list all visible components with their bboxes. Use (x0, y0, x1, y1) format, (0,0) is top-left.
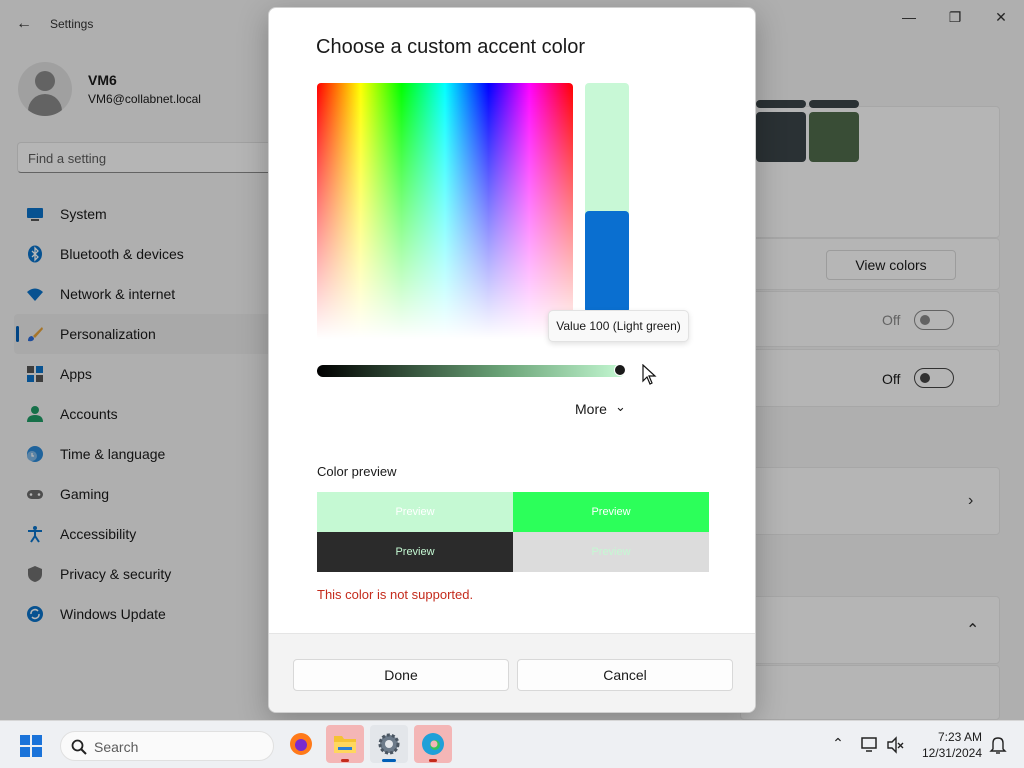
clock-date: 12/31/2024 (921, 746, 982, 760)
gear-icon (378, 733, 400, 755)
clock-time: 7:23 AM (937, 730, 982, 744)
active-indicator (382, 759, 396, 762)
dialog-title: Choose a custom accent color (316, 36, 586, 58)
mouse-cursor-icon (642, 364, 657, 385)
network-icon[interactable] (860, 735, 880, 755)
edge-app[interactable] (414, 725, 452, 763)
color-spectrum[interactable] (317, 83, 573, 339)
file-explorer-app[interactable] (326, 725, 364, 763)
taskbar-search[interactable]: Search (60, 731, 274, 761)
current-accent-swatch (585, 211, 629, 313)
folder-icon (334, 736, 356, 753)
preview-cell: Preview (317, 492, 513, 532)
running-indicator (429, 759, 437, 762)
value-slider[interactable] (317, 365, 625, 377)
volume-muted-icon[interactable] (886, 735, 906, 755)
preview-cell: Preview (513, 532, 709, 572)
settings-app[interactable] (370, 725, 408, 763)
value-tooltip: Value 100 (Light green) (548, 310, 689, 342)
dialog-footer: Done Cancel (269, 633, 755, 712)
search-icon (71, 739, 87, 755)
notification-bell-icon[interactable] (988, 735, 1008, 755)
chevron-up-icon[interactable]: ⌃ (828, 735, 848, 755)
more-button[interactable]: More ⌄ (569, 399, 639, 419)
color-preview-grid: Preview Preview Preview Preview (317, 492, 709, 572)
cancel-button[interactable]: Cancel (517, 659, 733, 691)
running-indicator (341, 759, 349, 762)
firefox-app[interactable] (282, 725, 320, 763)
preview-cell: Preview (513, 492, 709, 532)
done-button[interactable]: Done (293, 659, 509, 691)
preview-cell: Preview (317, 532, 513, 572)
value-slider-thumb[interactable] (614, 364, 626, 376)
chevron-down-icon: ⌄ (615, 399, 626, 414)
taskbar-search-label: Search (94, 739, 139, 755)
color-preview-label: Color preview (317, 464, 397, 479)
color-preview-bar (585, 83, 629, 313)
windows-start-icon[interactable] (14, 731, 48, 761)
error-message: This color is not supported. (317, 587, 474, 602)
firefox-icon (290, 733, 312, 755)
edge-icon (422, 733, 444, 755)
clock[interactable]: 7:23 AM 12/31/2024 (910, 729, 982, 761)
taskbar: Search ⌃ 7:23 AM 12/31/2024 (0, 720, 1024, 768)
more-label: More (575, 401, 607, 417)
custom-accent-color-dialog: Choose a custom accent color Value 100 (… (268, 7, 756, 713)
